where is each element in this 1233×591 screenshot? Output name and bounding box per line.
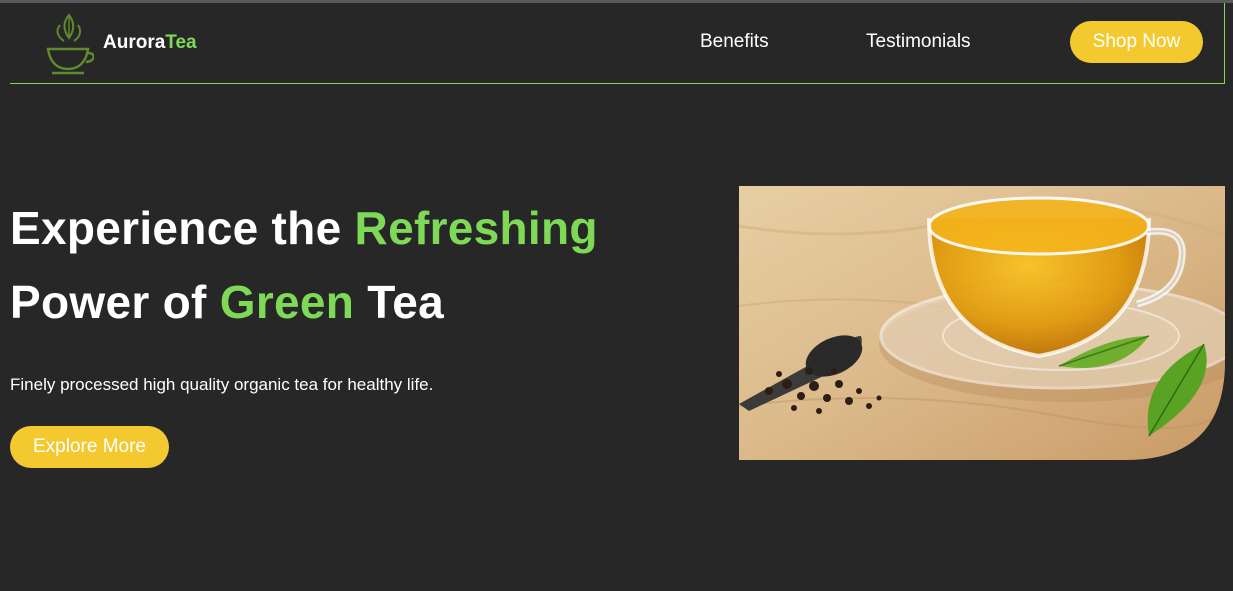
nav-testimonials-link[interactable]: Testimonials: [866, 31, 971, 53]
hero-title-text: Power of: [10, 276, 220, 328]
tea-cup-photo: [739, 186, 1225, 460]
brand-name-part2: Tea: [165, 32, 197, 53]
explore-more-button[interactable]: Explore More: [10, 426, 169, 468]
hero-title-highlight: Refreshing: [354, 202, 598, 254]
hero-title-text: Experience the: [10, 202, 355, 254]
hero-title-highlight: Green: [219, 276, 355, 328]
hero-title: Experience the Refreshing Power of Green…: [10, 191, 598, 339]
hero-subtitle: Finely processed high quality organic te…: [10, 375, 434, 394]
tea-cup-logo-icon[interactable]: [42, 11, 94, 75]
nav-benefits-link[interactable]: Benefits: [700, 31, 769, 53]
shop-now-button[interactable]: Shop Now: [1070, 21, 1203, 63]
brand-name[interactable]: AuroraTea: [103, 32, 197, 54]
navbar: AuroraTea Benefits Testimonials Shop Now: [10, 3, 1225, 84]
brand-name-part1: Aurora: [103, 32, 166, 53]
hero-title-text: Tea: [354, 276, 445, 328]
